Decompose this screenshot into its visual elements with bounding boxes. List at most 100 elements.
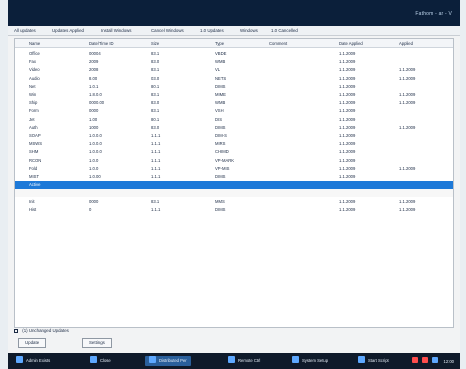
table-row[interactable]: Hist 0 1.1.1 DIMS 1.1.2009 1.1.2009: [15, 205, 453, 213]
table-row[interactable]: Init 0000 83.1 MMS 1.1.2009 1.1.2009: [15, 197, 453, 205]
table-row[interactable]: Active: [15, 180, 453, 189]
taskbar: Admin Exists Close Distributed Per Remot…: [8, 353, 460, 369]
table-row[interactable]: SHM 1.0.0.0 1.1.1 CHIMD 1.1.2009: [15, 148, 453, 156]
table-cell: DIMS: [215, 124, 226, 130]
table-cell: 1.1.2009: [339, 100, 356, 106]
table-cell: 83.1: [151, 92, 160, 98]
menu-item-updates[interactable]: 1.0 Updates: [200, 28, 224, 33]
header-type[interactable]: Type: [215, 41, 224, 46]
table-cell: 1.1.2009: [339, 149, 356, 155]
table-cell: 1.0.0.0: [89, 149, 102, 155]
table-cell: VBDE: [215, 51, 227, 57]
table-cell: 1.1.2009: [399, 165, 416, 171]
table-cell: 83.1: [151, 198, 160, 204]
table-cell: 00004: [89, 51, 101, 57]
taskbar-item[interactable]: Admin Exists: [12, 356, 54, 366]
taskbar-item[interactable]: Remote Ctrl: [224, 356, 264, 366]
table-cell: 1.1.2009: [399, 100, 416, 106]
menu-item-cancel-windows[interactable]: Cancel Windows: [151, 28, 184, 33]
table-cell: 1.1.2009: [339, 157, 356, 163]
table-cell: 1.1.2009: [399, 92, 416, 98]
table-row[interactable]: SOAP 1.0.0.0 1.1.1 DIM-S 1.1.2009: [15, 132, 453, 140]
table-cell: 1.0.0: [89, 165, 99, 171]
table-cell: 1.1.1: [151, 174, 161, 180]
alert-icon[interactable]: [412, 357, 418, 363]
alert-icon[interactable]: [422, 357, 429, 363]
table-cell: 0000.00: [89, 100, 105, 106]
network-icon[interactable]: [432, 357, 439, 363]
table-cell: 1.1.2009: [399, 67, 416, 73]
menu-item-all-updates[interactable]: All updates: [14, 28, 36, 33]
table-cell: 1.0.00: [89, 174, 101, 180]
app-icon: [292, 356, 299, 363]
header-date-applied[interactable]: Date Applied: [339, 41, 363, 46]
table-cell: 83.1: [151, 108, 160, 114]
table-cell: Init: [29, 198, 35, 204]
table-cell: 1.0.0: [89, 157, 99, 163]
table-cell: DIMS: [215, 206, 226, 212]
table-cell: Ship: [29, 100, 38, 106]
table-cell: DIS: [215, 116, 222, 122]
table-row[interactable]: [15, 188, 453, 198]
taskbar-item[interactable]: Close: [86, 356, 115, 366]
table-cell: MIST: [29, 174, 40, 180]
table-cell: 83.1: [151, 67, 160, 73]
table-cell: 1.1.2009: [339, 59, 356, 65]
table-row[interactable]: MIST 1.0.00 1.1.1 DIMS 1.1.2009: [15, 173, 453, 181]
table-cell: DIMS: [215, 174, 226, 180]
unchanged-updates-checkbox[interactable]: (1) Unchanged Updates: [14, 328, 69, 333]
table-row[interactable]: Audio 8.00 03.0 NETS 1.1.2009 1.1.2009: [15, 74, 453, 82]
header-name[interactable]: Name: [29, 41, 40, 46]
table-cell: 1.1.2009: [339, 83, 356, 89]
menu-item-updates-applied[interactable]: Updates Applied: [52, 28, 84, 33]
table-cell: 2009: [89, 59, 99, 65]
update-button[interactable]: Update: [18, 338, 47, 348]
table-row[interactable]: Form 0000 83.1 VSH 1.1.2009: [15, 107, 453, 115]
checkbox-label: (1) Unchanged Updates: [22, 328, 69, 333]
table-cell: Video: [29, 67, 40, 73]
table-row[interactable]: Office 00004 83.1 VBDE 1.1.2009: [15, 50, 453, 58]
taskbar-item[interactable]: Start Script: [354, 356, 393, 366]
table-cell: 1.1.2009: [339, 206, 356, 212]
app-icon: [90, 356, 97, 363]
table-row[interactable]: Net 1.0.1 80.1 DIMS 1.1.2009: [15, 82, 453, 90]
table-cell: 1.1.2009: [399, 198, 416, 204]
desktop-screen: Fathom - ar - V All updates Updates Appl…: [8, 0, 460, 369]
table-row[interactable]: Jet 1.00 80.1 DIS 1.1.2009: [15, 115, 453, 123]
table-cell: RCON: [29, 157, 42, 163]
menu-item-windows[interactable]: Windows: [240, 28, 258, 33]
table-row[interactable]: Fold 1.0.0 1.1.1 VP-MIS 1.1.2009 1.1.2009: [15, 164, 453, 172]
table-row[interactable]: MSWS 1.0.0.0 1.1.1 MIRS 1.1.2009: [15, 140, 453, 148]
table-cell: Hist: [29, 206, 37, 212]
settings-button[interactable]: Settings: [82, 338, 112, 348]
menu-item-cancelled[interactable]: 1.0 Cancelled: [271, 28, 298, 33]
table-cell: WMB: [215, 100, 226, 106]
table-cell: 1.1.1: [151, 165, 161, 171]
table-cell: 1.1.1: [151, 141, 161, 147]
checkbox-box[interactable]: [14, 329, 18, 333]
table-cell: 1.1.2009: [339, 198, 356, 204]
table-cell: 1000: [89, 124, 99, 130]
table-row[interactable]: Win 1.8.0.0 83.1 MIME 1.1.2009 1.1.2009: [15, 91, 453, 99]
table-cell: Fax: [29, 59, 36, 65]
table-cell: 1.0.0.0: [89, 133, 102, 139]
table-row[interactable]: Video 2008 83.1 VL 1.1.2009 1.1.2009: [15, 66, 453, 74]
table-cell: 1.00: [89, 116, 98, 122]
table-row[interactable]: Ship 0000.00 83.0 WMB 1.1.2009 1.1.2009: [15, 99, 453, 107]
table-row[interactable]: Auth 1000 83.0 DIMS 1.1.2009 1.1.2009: [15, 123, 453, 131]
table-cell: 1.1.2009: [399, 124, 416, 130]
updates-table[interactable]: Name Date/Time ID Size Type Comment Date…: [14, 38, 454, 328]
taskbar-item[interactable]: System Setup: [288, 356, 332, 366]
header-size[interactable]: Size: [151, 41, 159, 46]
system-tray[interactable]: 12:00: [409, 357, 454, 364]
table-cell: 1.1.2009: [399, 206, 416, 212]
menu-item-install-windows[interactable]: Install Windows: [101, 28, 132, 33]
header-id[interactable]: Date/Time ID: [89, 41, 114, 46]
header-comment[interactable]: Comment: [269, 41, 287, 46]
table-cell: 1.1.2009: [339, 75, 356, 81]
taskbar-item-active[interactable]: Distributed Per: [145, 356, 191, 366]
table-row[interactable]: RCON 1.0.0 1.1.1 VP-MARK 1.1.2009: [15, 156, 453, 164]
table-row[interactable]: Fax 2009 83.0 WMB 1.1.2009: [15, 58, 453, 66]
header-applied[interactable]: Applied: [399, 41, 413, 46]
table-cell: 80.1: [151, 83, 160, 89]
